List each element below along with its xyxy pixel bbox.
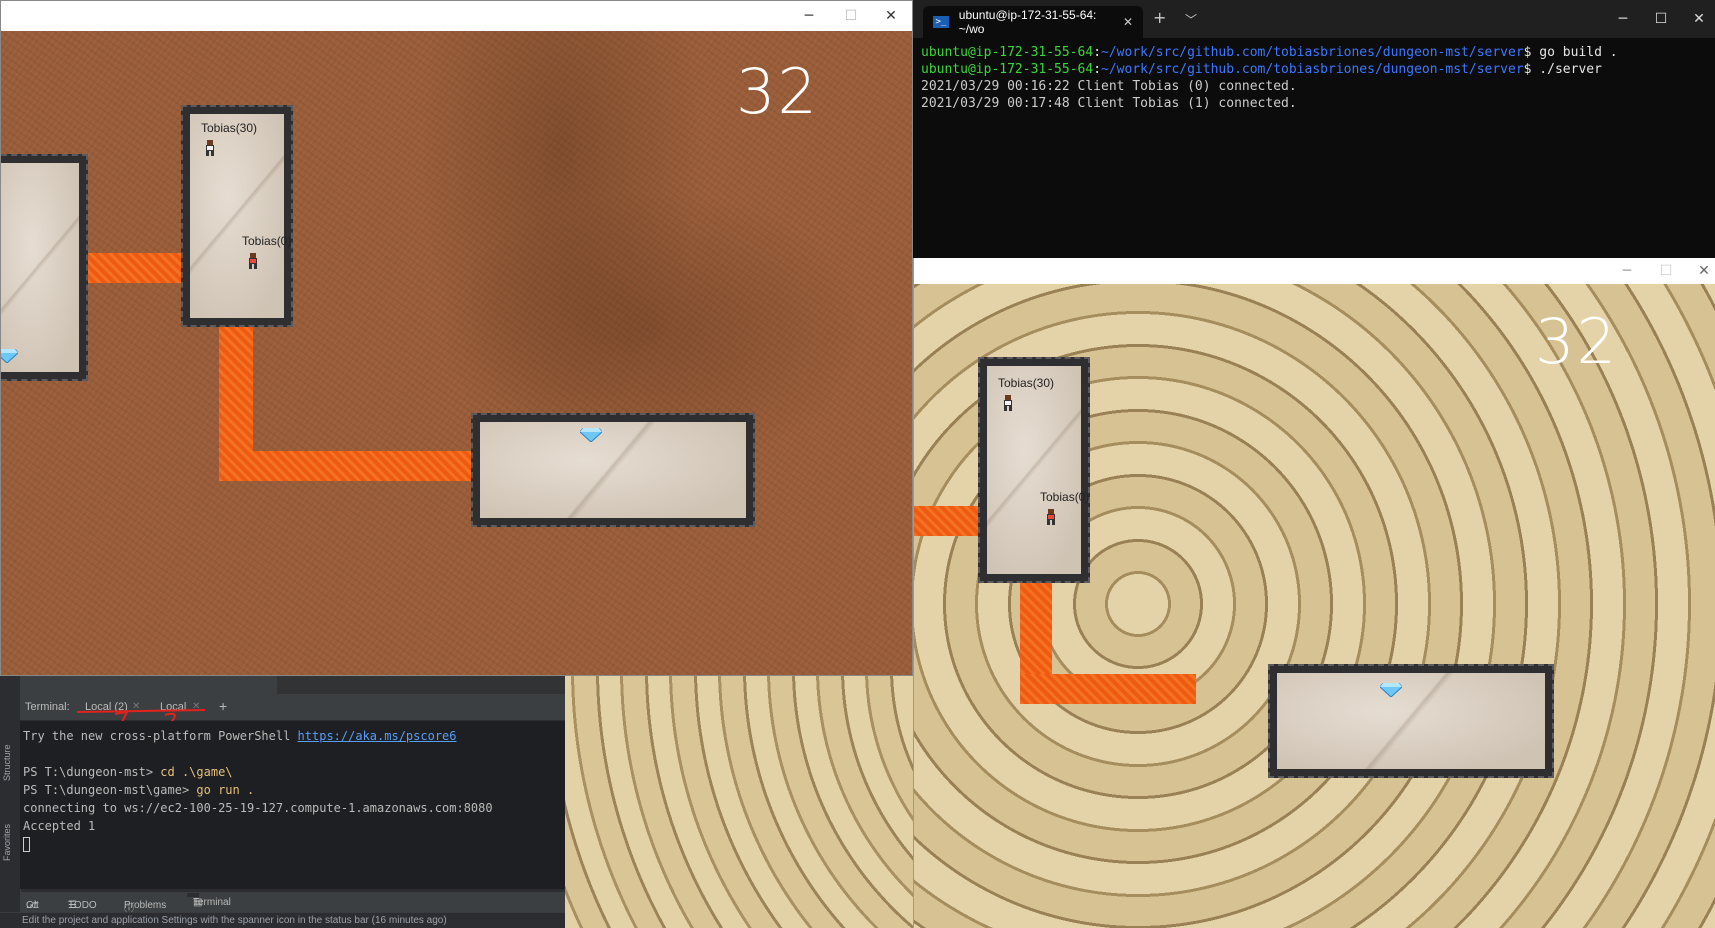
player-sprite <box>205 140 215 156</box>
terminal-label: Terminal: <box>25 701 70 713</box>
ide-terminal-panel[interactable]: Structure Favorites Terminal: Local (2) … <box>0 676 565 928</box>
terminal-line: PS T:\dungeon-mst\game> go run . <box>23 783 255 797</box>
lava-corridor <box>914 506 984 536</box>
window-titlebar[interactable]: ─ ☐ ✕ <box>1 1 912 31</box>
minimize-icon[interactable]: ─ <box>1603 0 1643 38</box>
terminal-tab-title: ubuntu@ip-172-31-55-64: ~/wo <box>958 8 1097 36</box>
player-sprite <box>1003 395 1013 411</box>
powershell-link[interactable]: https://aka.ms/pscore6 <box>298 729 457 743</box>
status-message: Edit the project and application Setting… <box>22 915 447 926</box>
lava-corridor <box>219 451 479 481</box>
lava-corridor <box>1020 674 1196 704</box>
player-label: Tobias(30) <box>201 121 258 135</box>
terminal-log-line: 2021/03/29 00:17:48 Client Tobias (1) co… <box>921 96 1297 111</box>
score-counter: 32 <box>1535 305 1618 378</box>
chevron-down-icon[interactable]: ﹀ <box>1185 11 1197 28</box>
ide-side-strip: Structure Favorites <box>0 676 21 928</box>
new-tab-icon[interactable]: + <box>1153 8 1166 27</box>
close-icon[interactable]: ✕ <box>1684 258 1715 284</box>
minimize-icon[interactable]: ─ <box>1607 258 1647 284</box>
dungeon-room: Tobias(30) Tobias(0) <box>181 105 293 327</box>
powershell-icon: >_ <box>933 16 949 28</box>
terminal-line: ubuntu@ip-172-31-55-64:~/work/src/github… <box>921 45 1618 60</box>
text-cursor <box>23 837 30 852</box>
terminal-tabbar[interactable]: >_ ubuntu@ip-172-31-55-64: ~/wo ✕ + ﹀ ─ … <box>913 0 1715 38</box>
favorites-tab[interactable]: Favorites <box>2 824 12 861</box>
close-tab-icon[interactable]: ✕ <box>1123 15 1133 29</box>
structure-tab[interactable]: Structure <box>2 744 12 781</box>
dungeon-room: Tobias(30) Tobias(0) <box>978 357 1090 583</box>
tool-tab-terminal[interactable]: ▤ Terminal <box>187 893 231 908</box>
minimize-icon[interactable]: ─ <box>789 1 829 31</box>
score-counter: 32 <box>736 55 819 128</box>
player-label: Tobias(0) <box>1040 490 1090 504</box>
player-sprite <box>248 253 258 269</box>
terminal-tab[interactable]: >_ ubuntu@ip-172-31-55-64: ~/wo ✕ <box>923 6 1143 38</box>
terminal-line: Try the new cross-platform PowerShell ht… <box>23 729 457 743</box>
ide-terminal-output[interactable]: Try the new cross-platform PowerShell ht… <box>20 721 565 889</box>
player-sprite <box>1046 509 1056 525</box>
terminal-tabs: Terminal: Local (2) ✕ Local ✕ + <box>20 694 565 729</box>
game-window-2[interactable]: ─ ☐ ✕ 32 Tobias(30) Tobias(0) <box>913 258 1715 928</box>
game-canvas[interactable]: 32 Tobias(30) Tobias(0) <box>1 31 912 675</box>
lava-corridor <box>78 253 190 283</box>
dungeon-room <box>1 154 88 381</box>
terminal-log-line: 2021/03/29 00:16:22 Client Tobias (0) co… <box>921 79 1297 94</box>
game-window-1[interactable]: ─ ☐ ✕ 32 Tobias(30) Tobias(0) <box>0 0 913 676</box>
ide-status-bar: Edit the project and application Setting… <box>0 912 565 928</box>
maximize-icon[interactable]: ☐ <box>1641 0 1681 38</box>
close-icon[interactable]: ✕ <box>871 1 911 31</box>
ide-tool-tabs: ⎇ Git ☰ TODO ⓘ Problems ▤ Terminal <box>20 892 565 915</box>
close-icon[interactable]: ✕ <box>1679 0 1715 38</box>
diamond-icon <box>1380 683 1402 697</box>
terminal-output[interactable]: ubuntu@ip-172-31-55-64:~/work/src/github… <box>921 44 1618 112</box>
game-canvas[interactable]: 32 Tobias(30) Tobias(0) <box>914 284 1715 928</box>
maximize-icon[interactable]: ☐ <box>1646 258 1686 284</box>
ubuntu-terminal-window[interactable]: >_ ubuntu@ip-172-31-55-64: ~/wo ✕ + ﹀ ─ … <box>913 0 1715 260</box>
terminal-line: connecting to ws://ec2-100-25-19-127.com… <box>23 801 493 815</box>
player-label: Tobias(0) <box>242 234 292 248</box>
diamond-icon <box>1 349 18 363</box>
diamond-icon <box>580 428 602 442</box>
player-label: Tobias(30) <box>998 376 1055 390</box>
terminal-line: ubuntu@ip-172-31-55-64:~/work/src/github… <box>921 62 1602 77</box>
terminal-line: PS T:\dungeon-mst> cd .\game\ <box>23 765 233 779</box>
dungeon-room <box>1268 664 1554 778</box>
dungeon-room <box>471 413 755 527</box>
ide-panel-header <box>20 676 565 694</box>
terminal-line: Accepted 1 <box>23 819 96 833</box>
window-titlebar[interactable]: ─ ☐ ✕ <box>914 258 1715 284</box>
maximize-icon[interactable]: ☐ <box>831 1 871 31</box>
